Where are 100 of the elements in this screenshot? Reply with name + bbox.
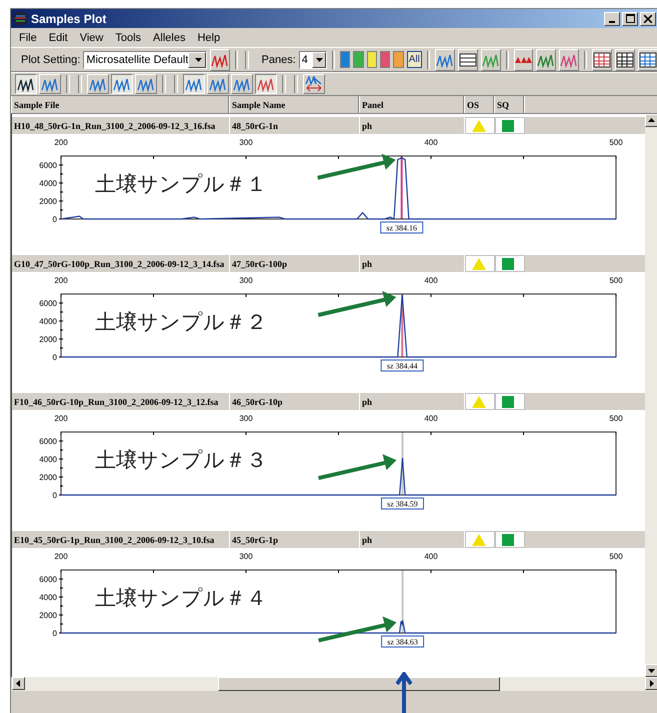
sample-file-header[interactable]: Sample File xyxy=(11,96,229,113)
scrollbar-thumb[interactable] xyxy=(218,677,500,691)
grid-icon xyxy=(616,52,634,68)
peaks-button[interactable] xyxy=(15,74,37,94)
grid-button[interactable] xyxy=(615,48,635,70)
panes-dropdown[interactable]: 4 xyxy=(298,50,327,68)
size-label: sz 384.16 xyxy=(380,222,424,234)
menu-item[interactable]: Alleles xyxy=(147,32,192,44)
sample-file-cell: E10_45_50rG-1p_Run_3100_2_2006-09-12_3_10.fsa xyxy=(12,531,230,548)
menu-item[interactable]: Edit xyxy=(42,32,74,44)
y-tick-label: 6000 xyxy=(39,575,57,584)
plot-setting-dropdown[interactable]: Microsatellite Default xyxy=(83,50,208,68)
caret-icon xyxy=(316,58,324,62)
size-label: sz 384.63 xyxy=(381,636,424,648)
sample-name-cell: 47_50rG-100p xyxy=(230,255,360,272)
size-label: sz 384.59 xyxy=(381,498,424,510)
y-tick-label: 2000 xyxy=(39,197,57,206)
y-tick-label: 4000 xyxy=(39,317,57,326)
maximize-icon xyxy=(626,14,634,23)
x-tick-label: 200 xyxy=(54,138,68,147)
plot-settings-button[interactable] xyxy=(210,48,230,70)
dropdown-button[interactable] xyxy=(312,52,326,68)
left-arrow-icon xyxy=(15,680,22,687)
scroll-left-button[interactable] xyxy=(12,677,25,690)
close-button[interactable] xyxy=(640,12,656,26)
y-tick-label: 6000 xyxy=(39,161,57,170)
sample-file-cell: F10_46_50rG-10p_Run_3100_2_2006-09-12_3_12.fsa xyxy=(12,393,230,410)
pass-icon xyxy=(502,258,514,270)
table-icon xyxy=(458,52,477,68)
peaks-icon xyxy=(41,76,59,92)
close-icon xyxy=(644,14,652,22)
x-tick-label: 200 xyxy=(54,552,68,561)
peaks-icon xyxy=(233,76,251,92)
arrows-button[interactable] xyxy=(303,74,325,94)
y-tick-label: 6000 xyxy=(39,437,57,446)
sample-name-cell: 46_50rG-10p xyxy=(230,393,360,410)
minimize-button[interactable] xyxy=(604,12,620,26)
pass-icon xyxy=(502,396,514,408)
peaks-icon xyxy=(257,76,275,92)
x-tick-label: 400 xyxy=(424,414,438,423)
x-tick-label: 500 xyxy=(609,414,623,423)
menu-item[interactable]: Help xyxy=(191,32,226,44)
grid-button[interactable] xyxy=(638,48,657,70)
plot-setting-label: Plot Setting: xyxy=(21,54,80,66)
menu-item[interactable]: View xyxy=(74,32,110,44)
dropdown-button[interactable] xyxy=(188,52,206,68)
x-tick-label: 200 xyxy=(54,414,68,423)
x-tick-label: 200 xyxy=(54,276,68,285)
size-label: sz 384.44 xyxy=(380,360,424,372)
dye-color-button[interactable] xyxy=(393,51,404,68)
sample-caption: 土壌サンプル＃２ xyxy=(95,311,267,334)
sample-name-cell: 45_50rG-1p xyxy=(230,531,360,548)
dye-color-button[interactable] xyxy=(380,51,390,68)
y-tick-label: 0 xyxy=(52,629,57,638)
grid-button[interactable] xyxy=(592,48,612,70)
y-tick-label: 4000 xyxy=(39,593,57,602)
peaks-icon xyxy=(113,76,131,92)
triangles-icon xyxy=(514,56,532,62)
y-tick-label: 0 xyxy=(52,215,57,224)
down-arrow-icon xyxy=(648,667,655,674)
dye-color-button[interactable] xyxy=(340,51,350,68)
os-header[interactable]: OS xyxy=(464,96,494,113)
pass-icon xyxy=(502,534,514,546)
dye-color-button[interactable] xyxy=(366,51,378,68)
warning-icon xyxy=(472,120,486,132)
x-tick-label: 500 xyxy=(609,276,623,285)
window-title: Samples Plot xyxy=(31,12,108,26)
x-tick-label: 400 xyxy=(424,276,438,285)
x-tick-label: 400 xyxy=(424,138,438,147)
peaks-icon xyxy=(89,76,107,92)
all-dyes-button[interactable]: All xyxy=(406,51,422,68)
triangles-button[interactable] xyxy=(514,48,533,70)
x-tick-label: 400 xyxy=(424,552,438,561)
warning-icon xyxy=(472,258,486,270)
panes-label: Panes: xyxy=(262,54,296,66)
scroll-down-button[interactable] xyxy=(645,664,657,677)
y-tick-label: 4000 xyxy=(39,179,57,188)
sample-name-cell: 48_50rG-1n xyxy=(230,117,360,134)
maximize-button[interactable] xyxy=(622,12,638,26)
peaks-icon xyxy=(185,76,203,92)
table-button[interactable] xyxy=(458,48,478,70)
dye-color-button[interactable] xyxy=(353,51,364,68)
scroll-up-button[interactable] xyxy=(645,114,657,127)
scroll-right-button[interactable] xyxy=(645,677,657,690)
sample-file-cell: G10_47_50rG-100p_Run_3100_2_2006-09-12_3_14.fsa xyxy=(12,255,230,272)
y-tick-label: 0 xyxy=(52,353,57,362)
peaks-icon xyxy=(17,76,35,92)
menu-item[interactable]: Tools xyxy=(109,32,148,44)
sample-name-header[interactable]: Sample Name xyxy=(229,96,359,113)
pass-icon xyxy=(502,120,514,132)
sq-header[interactable]: SQ xyxy=(494,96,524,113)
peaks-icon xyxy=(137,76,155,92)
panel-header[interactable]: Panel xyxy=(359,96,464,113)
menu-item[interactable]: File xyxy=(13,32,43,44)
y-tick-label: 2000 xyxy=(39,335,57,344)
right-arrow-icon xyxy=(648,680,655,687)
minimize-icon xyxy=(609,20,615,22)
x-tick-label: 300 xyxy=(239,276,253,285)
x-tick-label: 300 xyxy=(239,552,253,561)
peaks-icon xyxy=(209,76,227,92)
